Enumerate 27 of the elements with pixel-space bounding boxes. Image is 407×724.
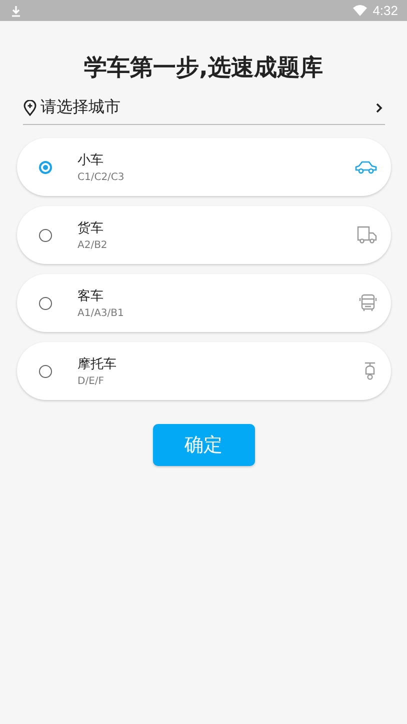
vehicle-name: 货车 [78, 220, 104, 237]
license-classes: A1/A3/B1 [78, 308, 125, 319]
vehicle-option[interactable]: 货车 A2/B2 [16, 206, 390, 264]
car-icon [354, 160, 376, 174]
truck-icon [356, 226, 376, 244]
wifi-icon [352, 5, 367, 16]
vehicle-option[interactable]: 摩托车 D/E/F [16, 342, 390, 400]
license-classes: C1/C2/C3 [78, 172, 126, 183]
status-time: 4:32 [372, 3, 398, 18]
chevron-right-icon [374, 102, 382, 114]
radio-button[interactable] [38, 160, 52, 174]
radio-button[interactable] [38, 364, 52, 378]
license-classes: A2/B2 [78, 240, 108, 251]
license-classes: D/E/F [78, 376, 106, 387]
radio-button[interactable] [38, 296, 52, 310]
location-pin-icon [22, 100, 36, 116]
vehicle-option[interactable]: 小车 C1/C2/C3 [16, 138, 390, 196]
radio-button[interactable] [38, 228, 52, 242]
vehicle-option[interactable]: 客车 A1/A3/B1 [16, 274, 390, 332]
page-title: 学车第一步,选速成题库 [84, 54, 323, 83]
vehicle-name: 客车 [78, 288, 104, 305]
vehicle-name: 摩托车 [78, 356, 118, 373]
bus-icon [358, 294, 376, 312]
vehicle-name: 小车 [78, 152, 104, 169]
scooter-icon [362, 361, 376, 381]
city-selector[interactable]: 请选择城市 [22, 97, 384, 125]
download-icon [10, 4, 22, 16]
